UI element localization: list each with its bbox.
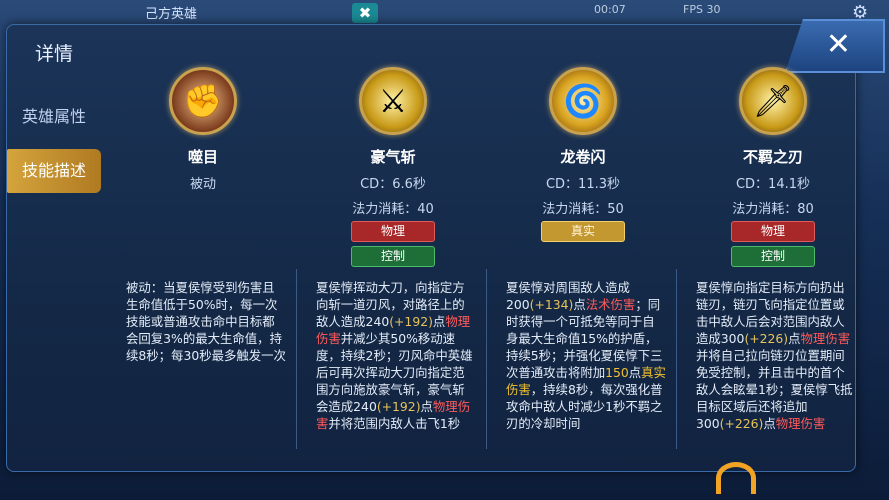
skill-name: 不羁之刃: [742, 148, 803, 166]
top-close-icon[interactable]: ✖: [352, 3, 378, 23]
highlight-value: (+192): [389, 314, 433, 329]
skill-description-2: 夏侯惇对周围敌人造成200(+134)点法术伤害；同时获得一个可抵免等同于自身最…: [506, 279, 666, 432]
highlight-value: (+192): [376, 399, 421, 414]
tag-control: 控制: [731, 246, 815, 267]
sidebar-title: 详情: [34, 43, 73, 65]
skill-description-passive: 被动：当夏侯惇受到伤害且生命值低于50%时，每一次技能或普通攻击命中目标都会回复…: [126, 280, 286, 363]
close-icon[interactable]: ✕: [826, 27, 851, 62]
whirlwind-icon: 🌀: [549, 67, 617, 135]
column-divider: [486, 269, 487, 449]
damage-type-text: 物理伤害: [800, 331, 851, 346]
highlight-value: (+134): [529, 297, 574, 312]
tag-physical: 物理: [351, 221, 435, 242]
skill-mana-cost: 法力消耗：50: [542, 202, 624, 217]
desc-text: 点: [432, 314, 446, 329]
desc-text: 并将范围内敌人击飞1秒: [328, 416, 461, 431]
desc-text: 点: [763, 416, 776, 431]
desc-text: 点: [573, 297, 586, 312]
hero-detail-panel: 详情 英雄属性 技能描述 ✕ ✊ 噬目 被动 ⚔ 豪气斩 CD：6.6秒 法力消…: [6, 19, 885, 472]
close-button[interactable]: ✕: [785, 19, 885, 73]
skill-mana-cost: 法力消耗：80: [732, 202, 814, 217]
skill-name: 龙卷闪: [560, 148, 606, 166]
sidebar-item-hero-attributes[interactable]: 英雄属性: [7, 95, 101, 139]
skill-card-3[interactable]: 🗡 不羁之刃 CD：14.1秒 法力消耗：80 物理 控制: [678, 67, 868, 267]
column-divider: [296, 269, 297, 449]
skill-name: 噬目: [187, 148, 218, 166]
skill-name: 豪气斩: [370, 148, 416, 166]
skill-description-3: 夏侯惇向指定目标方向扔出链刃，链刃飞向指定位置或击中敌人后会对范围内敌人造成30…: [696, 279, 856, 432]
skill-card-2[interactable]: 🌀 龙卷闪 CD：11.3秒 法力消耗：50 真实: [488, 67, 678, 242]
skill-cooldown: CD：11.3秒: [545, 177, 621, 192]
skill-cooldown: CD：6.6秒: [360, 177, 426, 192]
skill-card-passive[interactable]: ✊ 噬目 被动: [108, 67, 298, 192]
sidebar-item-skill-description[interactable]: 技能描述: [7, 149, 101, 193]
skill-card-1[interactable]: ⚔ 豪气斩 CD：6.6秒 法力消耗：40 物理 控制: [298, 67, 488, 267]
desc-text: 点: [420, 399, 433, 414]
highlight-value: (+226): [744, 331, 789, 346]
blade-icon: ⚔: [359, 67, 427, 135]
tag-physical: 物理: [731, 221, 815, 242]
tag-true-damage: 真实: [541, 221, 625, 242]
skill-type: 被动: [189, 177, 216, 192]
top-title: 己方英雄: [145, 7, 198, 22]
fps-counter: FPS 30: [683, 3, 721, 16]
skill-mana-cost: 法力消耗：40: [352, 202, 434, 217]
tag-control: 控制: [351, 246, 435, 267]
match-timer: 00:07: [594, 3, 626, 16]
skill-description-1: 夏侯惇挥动大刀，向指定方向斩一道刃风，对路径上的敌人造成240(+192)点物理…: [316, 279, 476, 432]
top-bar: 己方英雄 ✖ 00:07 FPS 30 ⚙: [0, 0, 889, 24]
skill-cooldown: CD：14.1秒: [735, 177, 811, 192]
sidebar: 详情 英雄属性 技能描述: [7, 25, 101, 471]
fist-icon: ✊: [169, 67, 237, 135]
highlight-value: 150: [605, 365, 629, 380]
column-divider: [676, 269, 677, 449]
highlight-value: (+226): [719, 416, 764, 431]
watermark-logo: [716, 462, 756, 494]
damage-type-text: 法术伤害: [585, 297, 636, 312]
chain-blade-icon: 🗡: [739, 67, 807, 135]
desc-text: 点: [628, 365, 642, 380]
desc-text: 点: [788, 331, 801, 346]
damage-type-text: 物理伤害: [775, 416, 826, 431]
